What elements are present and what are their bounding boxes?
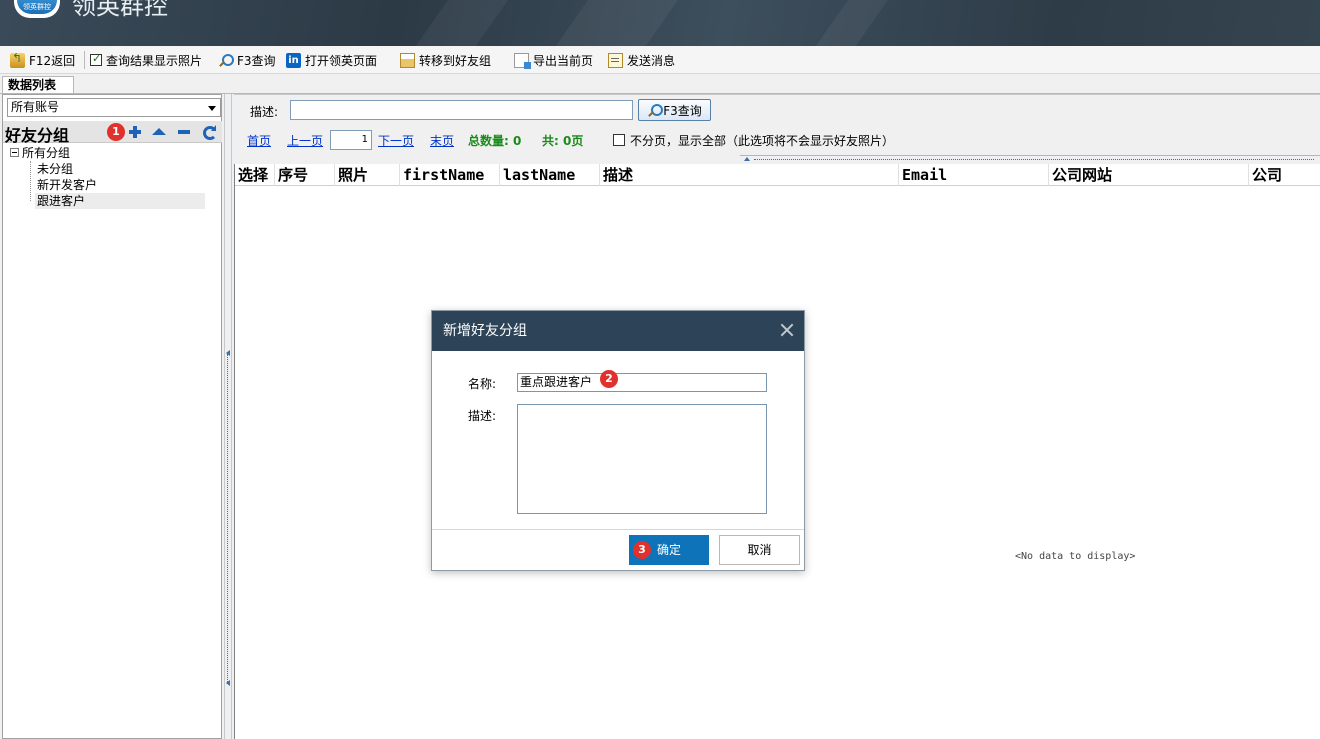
dialog-title-bar: 新增好友分组 xyxy=(432,311,804,351)
search-icon xyxy=(218,53,234,68)
collapse-left-icon[interactable] xyxy=(226,680,230,686)
move-icon xyxy=(400,52,415,68)
open-linkedin-label: 打开领英页面 xyxy=(305,53,378,68)
annotation-badge-3: 3 xyxy=(633,541,651,559)
column-header-select[interactable]: 选择 xyxy=(235,164,275,186)
column-header-firstname[interactable]: firstName xyxy=(400,164,500,186)
checkbox-checked-icon xyxy=(90,52,102,66)
move-up-icon[interactable] xyxy=(152,125,166,139)
desc-label: 描述: xyxy=(250,105,279,119)
show-photos-checkbox[interactable]: 查询结果显示照片 xyxy=(90,51,202,69)
tab-data-list[interactable]: 数据列表 xyxy=(2,76,74,94)
prev-page-link[interactable]: 上一页 xyxy=(287,132,323,149)
column-header-email[interactable]: Email xyxy=(899,164,1049,186)
group-tree: 所有分组 未分组 新开发客户 跟进客户 xyxy=(3,145,222,209)
banner-decor xyxy=(377,0,523,46)
tree-item-label: 跟进客户 xyxy=(37,194,86,208)
confirm-label: 确定 xyxy=(657,543,682,557)
tree-root-label: 所有分组 xyxy=(22,146,71,160)
last-page-link[interactable]: 末页 xyxy=(430,132,454,149)
toolbar-divider xyxy=(84,51,85,69)
chevron-down-icon[interactable] xyxy=(208,106,216,111)
open-linkedin-button[interactable]: in 打开领英页面 xyxy=(286,51,377,69)
column-header-website[interactable]: 公司网站 xyxy=(1049,164,1249,186)
next-page-link[interactable]: 下一页 xyxy=(378,132,414,149)
group-header: 好友分组 1 xyxy=(3,121,222,145)
collapse-grip xyxy=(754,159,1314,160)
back-icon xyxy=(10,51,25,68)
send-message-label: 发送消息 xyxy=(627,53,676,68)
account-select[interactable]: 所有账号 xyxy=(7,98,221,117)
app-banner: 领英群控 领英群控 xyxy=(0,0,1320,46)
linkedin-icon: in xyxy=(286,52,301,68)
group-desc-textarea[interactable] xyxy=(517,404,767,514)
dialog-title: 新增好友分组 xyxy=(443,323,527,339)
annotation-badge-2: 2 xyxy=(600,370,618,388)
add-group-icon[interactable] xyxy=(128,125,142,139)
collapse-icon[interactable] xyxy=(10,148,19,157)
grid-header: 选择 序号 照片 firstName lastName 描述 Email 公司网… xyxy=(235,164,1320,186)
page-number-input[interactable]: 1 xyxy=(330,130,372,150)
query-button[interactable]: F3查询 xyxy=(638,99,711,121)
move-group-button[interactable]: 转移到好友组 xyxy=(400,51,491,69)
banner-decor xyxy=(517,0,693,46)
search-icon xyxy=(647,103,664,117)
add-group-dialog: 新增好友分组 名称: 重点跟进客户 2 描述: 确定 3 取消 xyxy=(431,310,805,571)
first-page-link[interactable]: 首页 xyxy=(247,132,271,149)
page-count: 共: 0页 xyxy=(542,134,584,148)
toolbar: F12返回 查询结果显示照片 F3查询 in 打开领英页面 转移到好友组 导出当… xyxy=(0,46,1320,74)
total-count: 总数量: 0 xyxy=(468,134,522,148)
collapse-up-icon[interactable] xyxy=(744,157,750,161)
query-button-label: F3查询 xyxy=(663,103,702,118)
column-header-index[interactable]: 序号 xyxy=(275,164,335,186)
filter-area: 描述: F3查询 首页 上一页 1 下一页 末页 总数量: 0 共: 0页 不分… xyxy=(234,94,1320,156)
dialog-footer: 确定 3 取消 xyxy=(432,529,804,570)
column-header-description[interactable]: 描述 xyxy=(600,164,899,186)
name-label: 名称: xyxy=(468,377,497,391)
banner-decor xyxy=(777,0,903,46)
no-paging-checkbox[interactable] xyxy=(613,134,625,146)
splitter-grip xyxy=(227,354,230,684)
close-icon[interactable] xyxy=(779,322,795,338)
filter-collapse-bar[interactable] xyxy=(740,155,1320,162)
message-icon xyxy=(608,52,623,68)
delete-group-icon[interactable] xyxy=(177,125,191,139)
vertical-splitter[interactable] xyxy=(224,94,232,739)
left-panel: 所有账号 好友分组 1 所有分组 未分组 新开发客户 跟进客户 xyxy=(2,94,222,739)
tree-item-label: 新开发客户 xyxy=(37,178,98,192)
refresh-icon[interactable] xyxy=(202,125,217,140)
send-message-button[interactable]: 发送消息 xyxy=(608,51,675,69)
move-group-label: 转移到好友组 xyxy=(419,53,492,68)
desc-field-label: 描述: xyxy=(468,409,497,423)
logo-text: 领英群控 xyxy=(17,0,57,14)
column-header-photo[interactable]: 照片 xyxy=(335,164,400,186)
column-header-lastname[interactable]: lastName xyxy=(500,164,600,186)
back-label: F12返回 xyxy=(29,53,76,68)
query-toolbar-button[interactable]: F3查询 xyxy=(218,51,276,69)
show-photos-label: 查询结果显示照片 xyxy=(106,53,203,68)
app-logo: 领英群控 xyxy=(14,0,60,18)
back-button[interactable]: F12返回 xyxy=(10,51,75,69)
export-icon xyxy=(514,52,531,69)
app-title: 领英群控 xyxy=(72,0,168,20)
tree-item-follow-up[interactable]: 跟进客户 xyxy=(35,193,205,209)
query-label: F3查询 xyxy=(237,53,276,68)
tree-root[interactable]: 所有分组 xyxy=(3,145,222,161)
export-label: 导出当前页 xyxy=(533,53,594,68)
column-header-company[interactable]: 公司 xyxy=(1249,164,1320,186)
account-select-value: 所有账号 xyxy=(11,100,60,114)
tree-item-label: 未分组 xyxy=(37,162,74,176)
empty-grid-message: <No data to display> xyxy=(1015,551,1136,562)
tree-item-new-clients[interactable]: 新开发客户 xyxy=(3,177,222,193)
annotation-badge-1: 1 xyxy=(107,123,125,141)
no-paging-label: 不分页，显示全部（此选项将不会显示好友照片） xyxy=(630,134,895,148)
group-title: 好友分组 xyxy=(5,126,70,145)
export-button[interactable]: 导出当前页 xyxy=(514,51,593,69)
desc-search-input[interactable] xyxy=(290,100,633,120)
group-name-input[interactable]: 重点跟进客户 xyxy=(517,373,767,392)
cancel-button[interactable]: 取消 xyxy=(719,535,800,565)
tree-item-ungrouped[interactable]: 未分组 xyxy=(3,161,222,177)
